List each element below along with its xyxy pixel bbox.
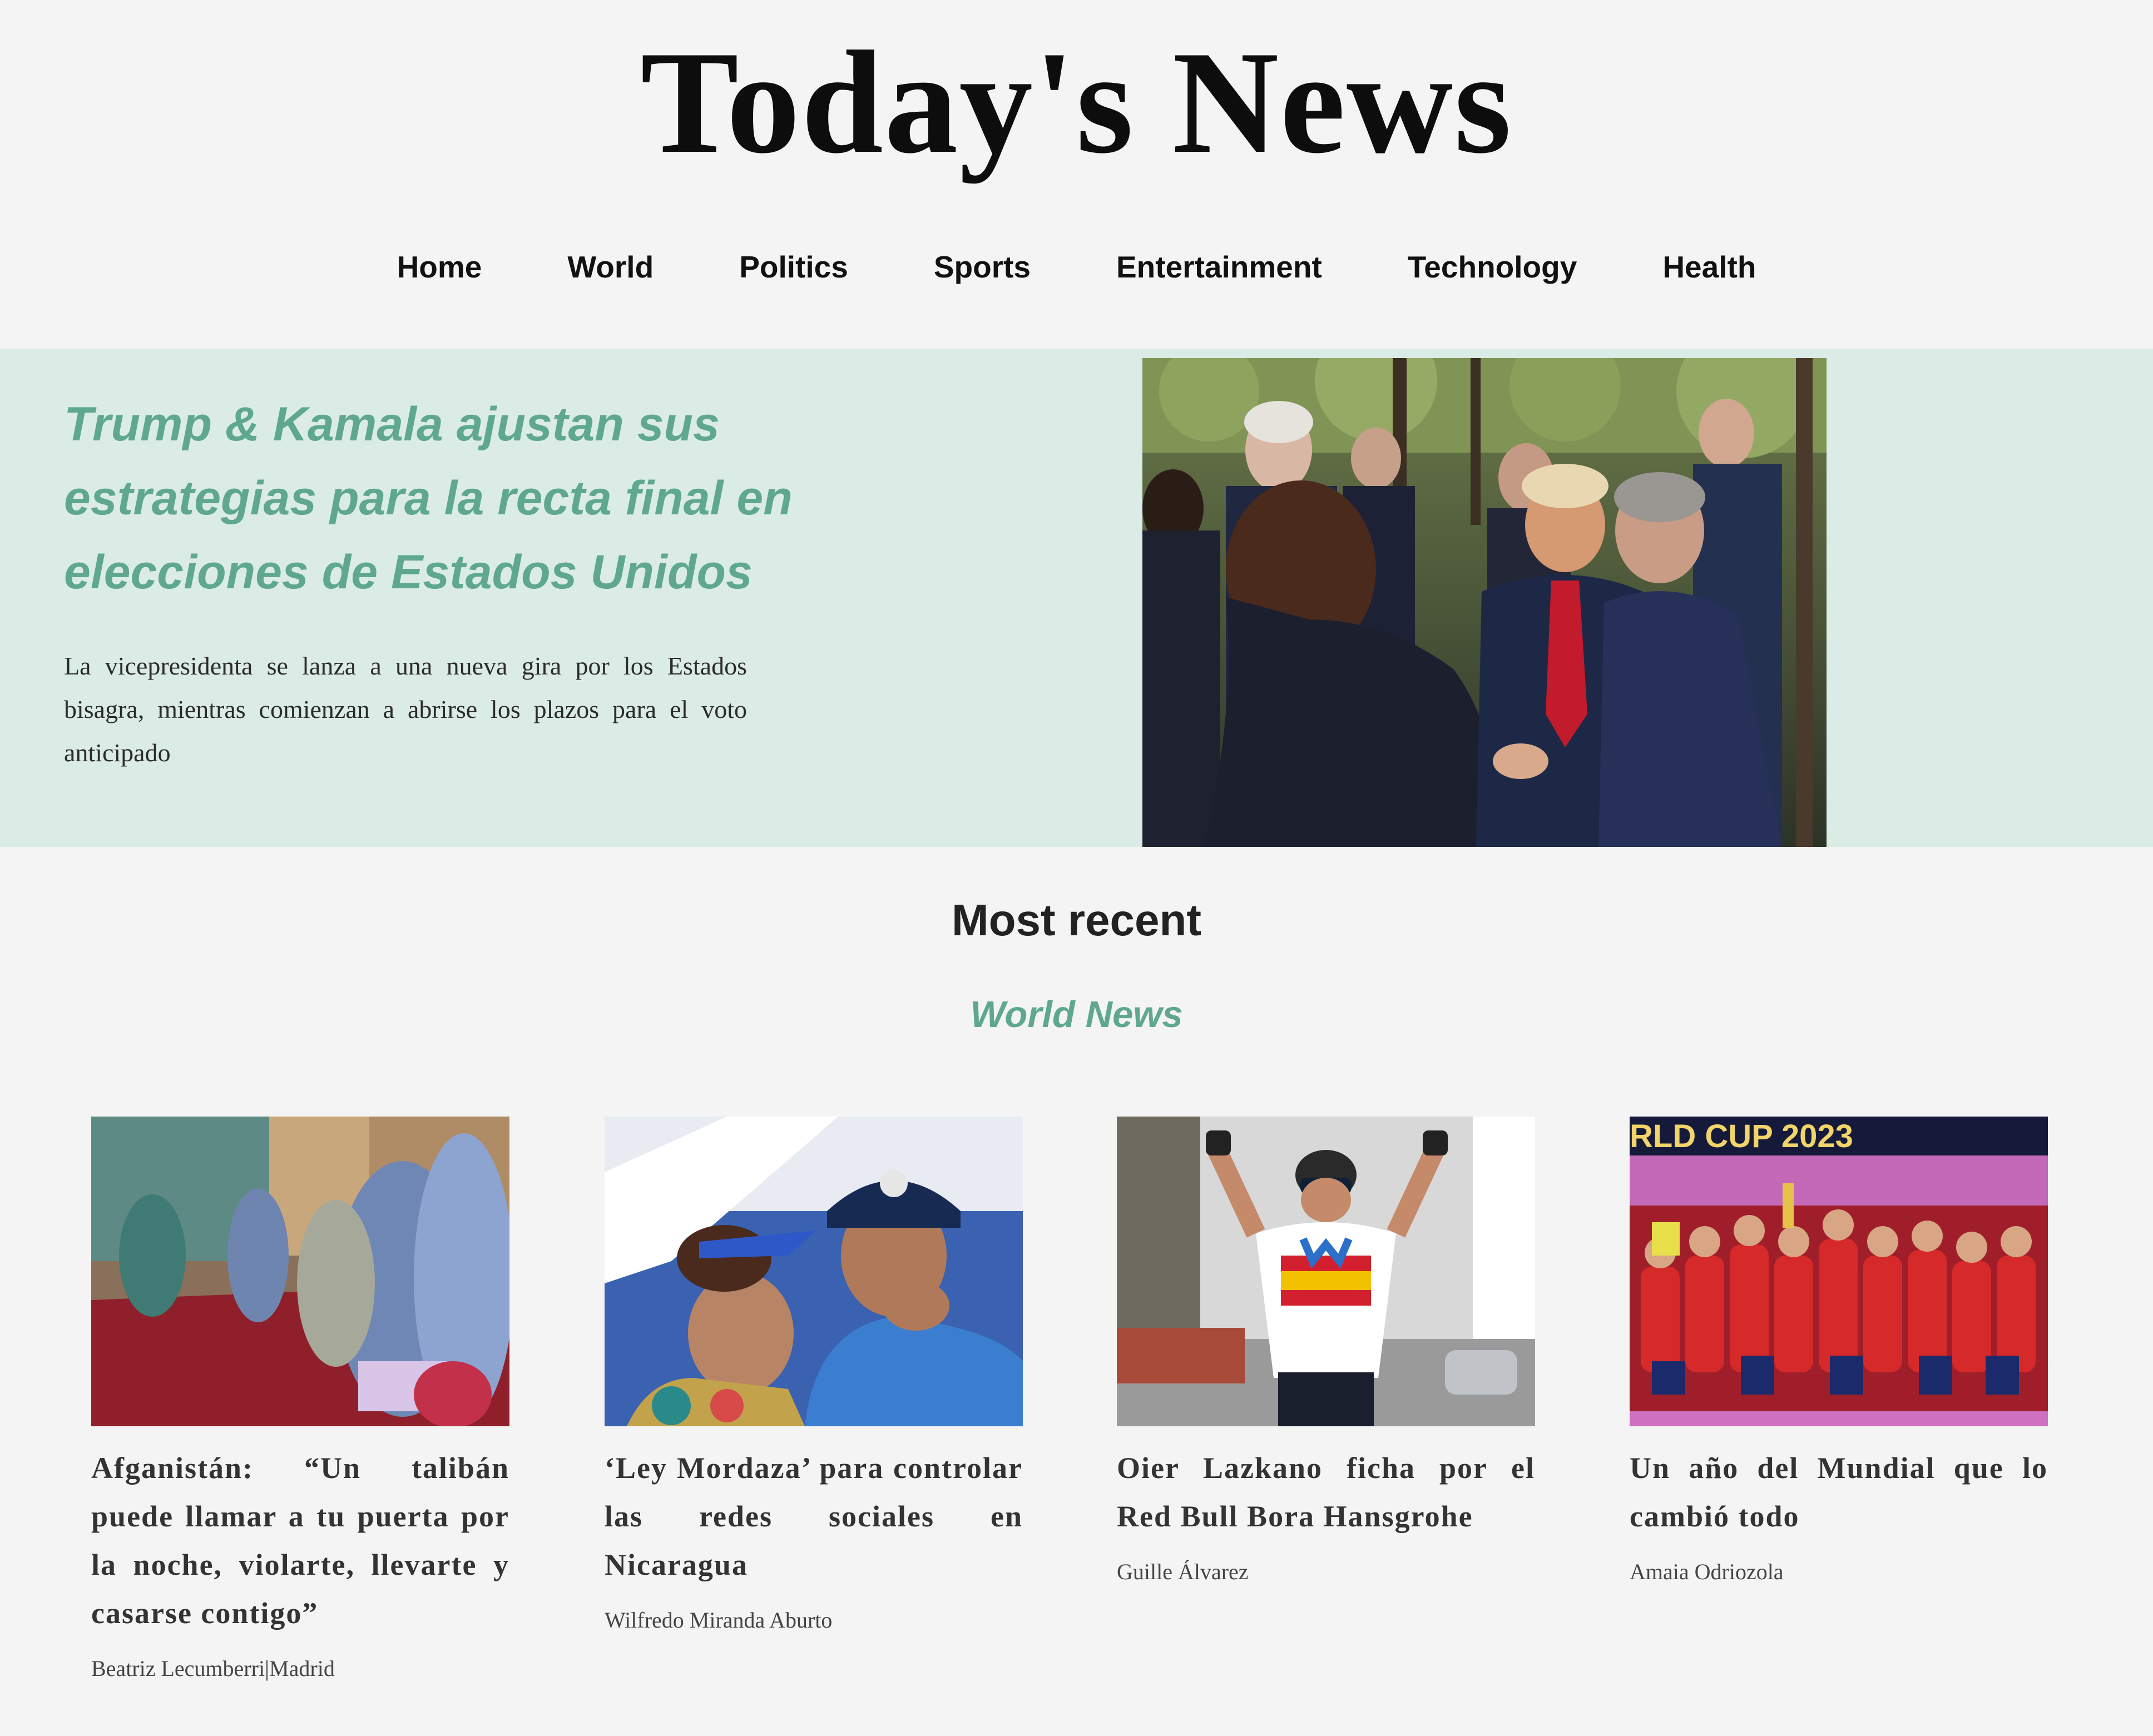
- hero-summary: La vicepresidenta se lanza a una nueva g…: [64, 652, 747, 767]
- article-thumbnail[interactable]: RLD CUP 2023: [1630, 1117, 2048, 1426]
- world-cup-banner-text: RLD CUP 2023: [1630, 1118, 1853, 1154]
- hero-banner: Trump & Kamala ajustan sus estrategias p…: [0, 349, 2153, 847]
- nav-item-home[interactable]: Home: [354, 245, 525, 289]
- article-thumbnail[interactable]: [605, 1117, 1023, 1426]
- article-author: Wilfredo Miranda Aburto: [605, 1608, 833, 1633]
- hero-headline[interactable]: Trump & Kamala ajustan sus estrategias p…: [64, 388, 809, 609]
- site-title: Today's News: [640, 21, 1513, 184]
- article-author: Beatriz Lecumberri|Madrid: [91, 1656, 335, 1681]
- world-news-heading: World News: [970, 994, 1183, 1035]
- article-card[interactable]: RLD CUP 2023 Un año del Mundial que lo c…: [1630, 1117, 2048, 1589]
- article-thumbnail[interactable]: [91, 1117, 509, 1426]
- most-recent-heading: Most recent: [952, 895, 1201, 945]
- article-card[interactable]: Afganistán: “Un talibán puede llamar a t…: [91, 1117, 509, 1685]
- nav-item-sports[interactable]: Sports: [891, 245, 1073, 289]
- nav-item-politics[interactable]: Politics: [696, 245, 891, 289]
- nav-item-world[interactable]: World: [524, 245, 696, 289]
- article-card[interactable]: Oier Lazkano ficha por el Red Bull Bora …: [1117, 1117, 1535, 1589]
- article-author: Amaia Odriozola: [1630, 1559, 1784, 1584]
- nav-item-technology[interactable]: Technology: [1365, 245, 1620, 289]
- nav-item-health[interactable]: Health: [1620, 245, 1799, 289]
- article-card[interactable]: ‘Ley Mordaza’ para controlar las redes s…: [605, 1117, 1023, 1637]
- main-nav: Home World Politics Sports Entertainment…: [0, 245, 2153, 289]
- article-headline[interactable]: Afganistán: “Un talibán puede llamar a t…: [91, 1444, 509, 1638]
- article-headline[interactable]: Oier Lazkano ficha por el Red Bull Bora …: [1117, 1444, 1535, 1541]
- article-headline[interactable]: ‘Ley Mordaza’ para controlar las redes s…: [605, 1444, 1023, 1589]
- article-author: Guille Álvarez: [1117, 1559, 1249, 1584]
- hero-photo[interactable]: [1142, 358, 1827, 847]
- article-headline[interactable]: Un año del Mundial que lo cambió todo: [1630, 1444, 2048, 1541]
- article-thumbnail[interactable]: [1117, 1117, 1535, 1426]
- nav-item-entertainment[interactable]: Entertainment: [1073, 245, 1365, 289]
